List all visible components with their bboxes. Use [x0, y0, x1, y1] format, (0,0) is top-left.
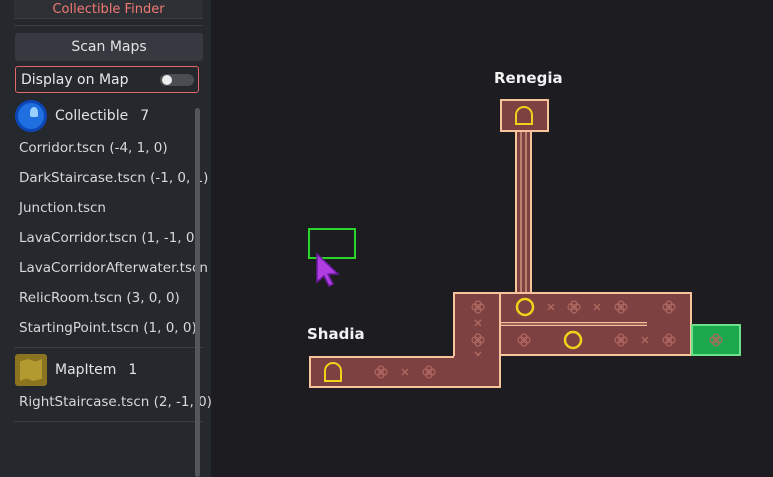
display-on-map-label: Display on Map — [21, 71, 129, 88]
group-name: MapItem — [55, 362, 117, 378]
map-label-renegia: Renegia — [494, 69, 563, 87]
list-item[interactable]: RightStaircase.tscn (2, -1, 0) — [19, 394, 212, 410]
room-special-green[interactable] — [691, 324, 741, 356]
list-item[interactable]: LavaCorridorAfterwater.tscn — [19, 260, 208, 276]
cursor-arrow-icon — [316, 252, 340, 288]
divider — [14, 347, 203, 348]
group-count: 1 — [128, 362, 138, 378]
panel-title: Collectible Finder — [14, 0, 203, 19]
toggle-switch[interactable] — [160, 74, 194, 86]
shaft-corridor[interactable] — [515, 130, 532, 295]
list-item[interactable]: Corridor.tscn (-4, 1, 0) — [19, 140, 168, 156]
list-item[interactable]: StartingPoint.tscn (1, 0, 0) — [19, 320, 197, 336]
room-map — [309, 99, 741, 388]
scrollbar[interactable] — [195, 108, 200, 477]
collectible-finder-panel: Collectible Finder Scan Maps Display on … — [0, 0, 212, 477]
group-name: Collectible — [55, 108, 129, 124]
list-item[interactable]: DarkStaircase.tscn (-1, 0, 1) — [19, 170, 208, 186]
blue-orb-icon — [15, 100, 47, 132]
list-item[interactable]: LavaCorridor.tscn (1, -1, 0) — [19, 230, 200, 246]
scan-maps-button[interactable]: Scan Maps — [15, 33, 203, 61]
divider — [14, 25, 203, 26]
divider — [14, 421, 203, 422]
group-count: 7 — [140, 108, 150, 124]
room-shadia[interactable] — [309, 356, 501, 388]
map-label-shadia: Shadia — [307, 325, 365, 343]
group-header-collectible: Collectible 7 — [15, 100, 195, 132]
group-header-mapitem: MapItem 1 — [15, 354, 195, 386]
list-item[interactable]: Junction.tscn — [19, 200, 106, 216]
map-scroll-icon — [15, 354, 47, 386]
list-item[interactable]: RelicRoom.tscn (3, 0, 0) — [19, 290, 180, 306]
room-renegia[interactable] — [500, 99, 549, 132]
toggle-knob — [162, 75, 172, 85]
map-view[interactable]: Renegia Shadia — [211, 0, 773, 477]
display-on-map-toggle[interactable]: Display on Map — [15, 66, 199, 93]
